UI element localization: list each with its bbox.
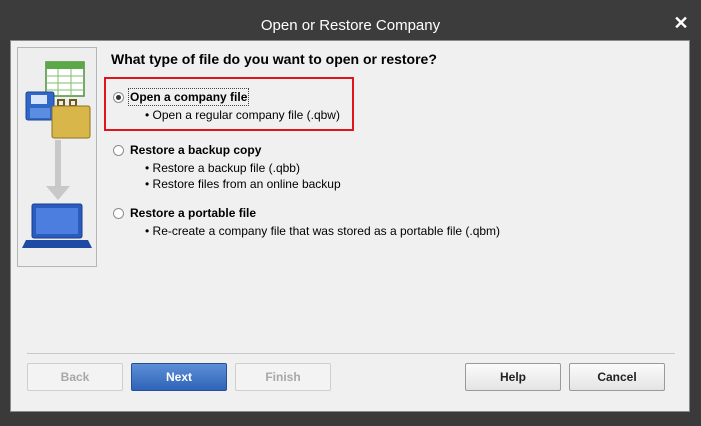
dialog-body: What type of file do you want to open or… bbox=[10, 40, 690, 412]
option-label-portable[interactable]: Restore a portable file bbox=[130, 206, 256, 220]
back-button[interactable]: Back bbox=[27, 363, 123, 391]
option-restore-backup[interactable]: Restore a backup copy • Restore a backup… bbox=[113, 143, 341, 192]
bullet-text: Restore a backup file (.qbb) bbox=[152, 161, 300, 175]
bullet-text: Re-create a company file that was stored… bbox=[152, 224, 501, 238]
laptop-icon bbox=[22, 203, 92, 248]
option-restore-portable[interactable]: Restore a portable file • Re-create a co… bbox=[113, 206, 500, 239]
finish-button[interactable]: Finish bbox=[235, 363, 331, 391]
option-label-backup[interactable]: Restore a backup copy bbox=[130, 143, 261, 157]
file-transfer-illustration bbox=[22, 61, 92, 248]
spreadsheet-icon bbox=[45, 61, 85, 97]
radio-restore-backup[interactable] bbox=[113, 144, 124, 156]
option-desc: • Re-create a company file that was stor… bbox=[145, 224, 501, 238]
window-title: Open or Restore Company bbox=[260, 17, 441, 34]
footer-divider bbox=[27, 353, 675, 354]
briefcase-icon bbox=[51, 99, 91, 139]
radio-restore-portable[interactable] bbox=[113, 207, 124, 219]
illustration-panel bbox=[17, 47, 97, 267]
question-heading: What type of file do you want to open or… bbox=[111, 51, 437, 67]
floppy-disk-icon bbox=[25, 91, 55, 121]
cancel-button[interactable]: Cancel bbox=[569, 363, 665, 391]
dialog-window: Open or Restore Company ✕ What type of f… bbox=[0, 0, 701, 426]
help-button[interactable]: Help bbox=[465, 363, 561, 391]
title-bar: Open or Restore Company ✕ bbox=[0, 0, 701, 40]
highlight-box bbox=[104, 77, 354, 131]
next-button[interactable]: Next bbox=[131, 363, 227, 391]
option-desc: • Restore files from an online backup bbox=[145, 177, 341, 191]
bullet-text: Restore files from an online backup bbox=[152, 177, 341, 191]
arrow-down-icon bbox=[46, 140, 70, 200]
close-icon[interactable]: ✕ bbox=[672, 14, 690, 32]
option-desc: • Restore a backup file (.qbb) bbox=[145, 161, 300, 175]
